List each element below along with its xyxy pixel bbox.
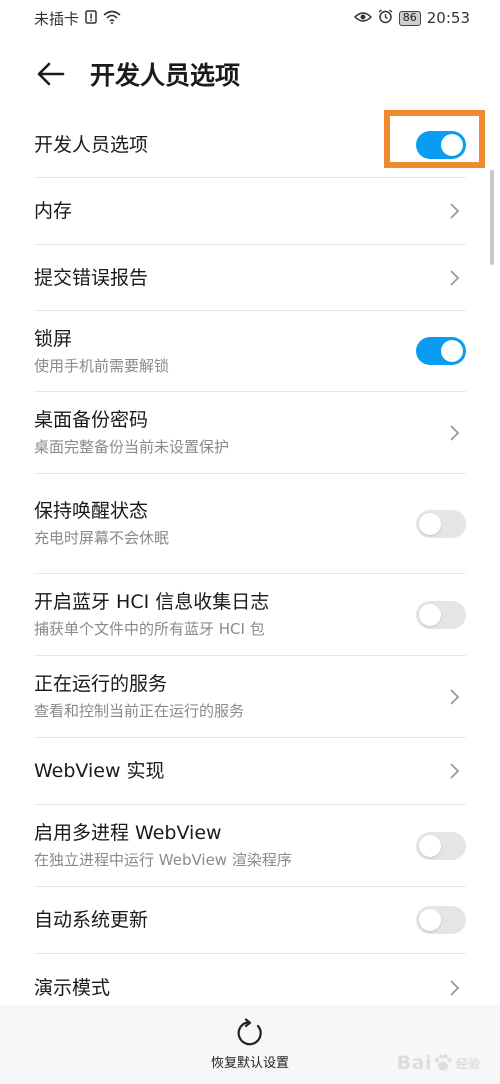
- setting-bluetooth-hci-log[interactable]: 开启蓝牙 HCI 信息收集日志 捕获单个文件中的所有蓝牙 HCI 包: [34, 574, 466, 656]
- multiprocess-webview-toggle[interactable]: [416, 831, 466, 860]
- restore-defaults-button[interactable]: 恢复默认设置: [211, 1018, 289, 1071]
- restore-defaults-label: 恢复默认设置: [210, 1056, 289, 1071]
- wifi-icon: [103, 10, 121, 27]
- page-header: 开发人员选项: [0, 44, 500, 104]
- chevron-right-icon: [450, 688, 460, 705]
- setting-memory[interactable]: 内存: [34, 178, 466, 245]
- refresh-icon: [237, 1018, 262, 1046]
- page-title: 开发人员选项: [90, 61, 241, 90]
- row-subtitle: 使用手机前需要解锁: [34, 356, 170, 375]
- row-text: 提交错误报告: [34, 265, 148, 291]
- setting-stay-awake[interactable]: 保持唤醒状态 充电时屏幕不会休眠: [34, 474, 466, 574]
- row-title: 提交错误报告: [34, 266, 149, 289]
- setting-auto-system-update[interactable]: 自动系统更新: [34, 887, 466, 954]
- toggle-knob: [441, 133, 463, 156]
- setting-running-services[interactable]: 正在运行的服务 查看和控制当前正在运行的服务: [34, 656, 466, 738]
- paw-icon: [434, 1054, 452, 1071]
- row-text: 正在运行的服务 查看和控制当前正在运行的服务: [34, 671, 244, 722]
- status-bar: 未插卡 86 20:53: [0, 0, 500, 36]
- row-text: 锁屏 使用手机前需要解锁: [34, 326, 169, 377]
- chevron-right-icon: [450, 269, 460, 286]
- row-text: 演示模式: [34, 975, 110, 1001]
- stay-awake-toggle[interactable]: [416, 509, 466, 538]
- row-title: 演示模式: [34, 976, 111, 999]
- chevron-right-icon: [450, 979, 460, 996]
- row-title: 锁屏: [34, 327, 73, 350]
- row-text: 内存: [34, 198, 72, 224]
- row-title: 开启蓝牙 HCI 信息收集日志: [34, 591, 270, 613]
- battery-indicator: 86: [398, 10, 421, 26]
- row-subtitle: 在独立进程中运行 WebView 渲染程序: [34, 851, 292, 869]
- toggle-knob: [419, 512, 441, 535]
- row-text: WebView 实现: [34, 758, 165, 784]
- setting-developer-options[interactable]: 开发人员选项: [34, 112, 466, 178]
- developer-options-toggle[interactable]: [416, 130, 466, 159]
- row-title: WebView 实现: [34, 760, 165, 782]
- status-right: 86 20:53: [353, 9, 470, 27]
- bottom-bar: 恢复默认设置 Bai 经验: [0, 1005, 500, 1084]
- watermark-logo: Bai: [396, 1052, 432, 1074]
- row-subtitle: 桌面完整备份当前未设置保护: [34, 438, 230, 456]
- row-title: 内存: [34, 200, 73, 222]
- row-title: 开发人员选项: [34, 133, 149, 156]
- toggle-knob: [419, 909, 441, 931]
- row-subtitle: 查看和控制当前正在运行的服务: [34, 702, 245, 720]
- setting-multiprocess-webview[interactable]: 启用多进程 WebView 在独立进程中运行 WebView 渲染程序: [34, 805, 466, 887]
- chevron-right-icon: [450, 203, 460, 219]
- auto-system-update-toggle[interactable]: [416, 906, 466, 934]
- watermark-text: 经验: [455, 1056, 480, 1071]
- row-text: 桌面备份密码 桌面完整备份当前未设置保护: [34, 407, 229, 458]
- setting-bug-report[interactable]: 提交错误报告: [34, 245, 466, 311]
- bluetooth-hci-log-toggle[interactable]: [416, 600, 466, 629]
- chevron-right-icon: [450, 763, 460, 779]
- scrollbar[interactable]: [490, 170, 494, 265]
- clock-time: 20:53: [426, 9, 470, 27]
- row-title: 自动系统更新: [34, 909, 149, 931]
- baidu-watermark: Bai 经验: [397, 1052, 480, 1074]
- setting-desktop-backup-password[interactable]: 桌面备份密码 桌面完整备份当前未设置保护: [34, 392, 466, 474]
- row-text: 启用多进程 WebView 在独立进程中运行 WebView 渲染程序: [34, 820, 292, 871]
- toggle-knob: [419, 834, 441, 857]
- carrier-text: 未插卡: [34, 9, 80, 28]
- row-text: 开启蓝牙 HCI 信息收集日志 捕获单个文件中的所有蓝牙 HCI 包: [34, 589, 269, 640]
- toggle-knob: [419, 603, 441, 626]
- row-subtitle: 捕获单个文件中的所有蓝牙 HCI 包: [34, 620, 265, 638]
- row-title: 启用多进程 WebView: [34, 822, 222, 844]
- row-title: 保持唤醒状态: [34, 500, 149, 522]
- arrow-left-icon: [37, 62, 65, 86]
- settings-list: 开发人员选项 内存 提交错误报告 锁屏 使用手机前需要解锁 桌面备份密码 桌面完…: [0, 112, 500, 1021]
- status-left: 未插卡: [34, 8, 121, 29]
- chevron-right-icon: [450, 424, 460, 441]
- row-title: 正在运行的服务: [34, 673, 168, 695]
- lock-screen-toggle[interactable]: [416, 337, 466, 365]
- row-text: 保持唤醒状态 充电时屏幕不会休眠: [34, 498, 169, 549]
- setting-webview-implementation[interactable]: WebView 实现: [34, 738, 466, 805]
- row-text: 开发人员选项: [34, 132, 148, 158]
- sim-alert-icon: [85, 9, 97, 27]
- back-button[interactable]: [34, 57, 68, 91]
- row-subtitle: 充电时屏幕不会休眠: [34, 529, 170, 547]
- setting-lock-screen[interactable]: 锁屏 使用手机前需要解锁: [34, 311, 466, 392]
- row-title: 桌面备份密码: [34, 409, 149, 431]
- eye-comfort-icon: [353, 11, 372, 26]
- toggle-knob: [441, 340, 463, 362]
- alarm-icon: [378, 9, 393, 27]
- row-text: 自动系统更新: [34, 907, 148, 933]
